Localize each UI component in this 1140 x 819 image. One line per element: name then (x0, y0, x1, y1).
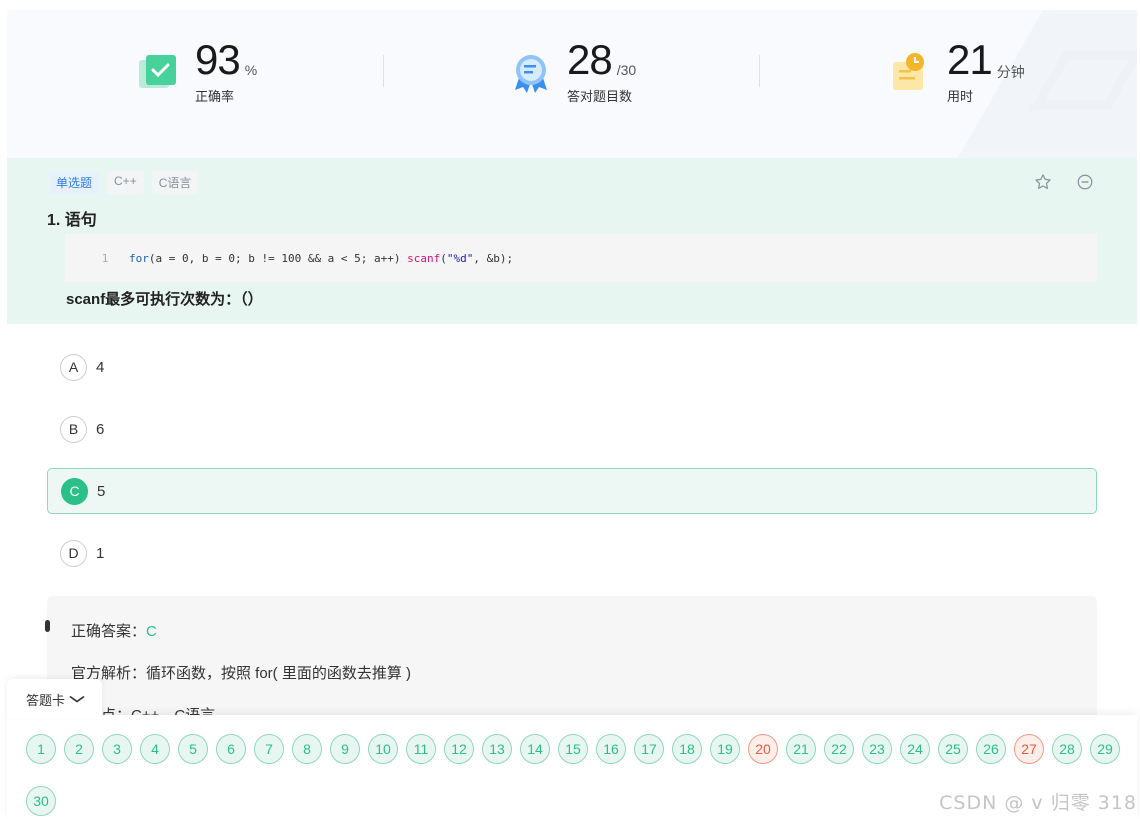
question-number-8[interactable]: 8 (292, 734, 322, 764)
question-number-21[interactable]: 21 (786, 734, 816, 764)
question-number-13[interactable]: 13 (482, 734, 512, 764)
official-explanation: 官方解析：循环函数，按照 for( 里面的函数去推算 ) (71, 665, 411, 682)
check-card-icon (137, 50, 181, 94)
question-number-7[interactable]: 7 (254, 734, 284, 764)
stat-accuracy: 93 % 正确率 (137, 38, 257, 108)
question-title: 1. 语句 (47, 212, 97, 229)
question-number-19[interactable]: 19 (710, 734, 740, 764)
star-icon[interactable] (1033, 172, 1053, 192)
correct-answer-value: C (146, 623, 157, 640)
question-actions (1033, 172, 1095, 192)
code-line-number: 1 (101, 251, 109, 265)
option-letter: B (60, 415, 87, 443)
code-body: (a = 0, b = 0; b != 100 && a < 5; a++) (148, 251, 408, 265)
question-number-20[interactable]: 20 (748, 734, 778, 764)
minus-circle-icon[interactable] (1075, 172, 1095, 192)
question-number-30[interactable]: 30 (26, 786, 56, 816)
correct-answer-label: 正确答案： (71, 623, 147, 640)
answer-analysis: 正确答案：C 官方解析：循环函数，按照 for( 里面的函数去推算 ) 知识点：… (45, 596, 1097, 726)
correct-answer: 正确答案：C (71, 620, 157, 641)
option-letter: A (60, 353, 87, 381)
option-c-selected[interactable]: C 5 (47, 468, 1097, 514)
question-number-10[interactable]: 10 (368, 734, 398, 764)
question-number-24[interactable]: 24 (900, 734, 930, 764)
tag-cpp: C++ (107, 171, 144, 194)
option-letter: C (61, 477, 88, 505)
code-string: "%d" (446, 251, 474, 265)
question-number-22[interactable]: 22 (824, 734, 854, 764)
clock-note-icon (889, 50, 933, 94)
question-block: 单选题 C++ C语言 1. 语句 1 for(a = 0, b = 0; b … (7, 158, 1137, 324)
correct-count-label: 答对题目数 (567, 89, 633, 104)
accuracy-label: 正确率 (195, 89, 235, 104)
watermark: CSDN @ v 归零 318 (939, 792, 1137, 814)
code-paren: ( (440, 251, 447, 265)
question-number-9[interactable]: 9 (330, 734, 360, 764)
option-b[interactable]: B 6 (47, 406, 1097, 452)
question-number-16[interactable]: 16 (596, 734, 626, 764)
option-letter: D (60, 539, 87, 567)
code-line: for(a = 0, b = 0; b != 100 && a < 5; a++… (129, 252, 513, 265)
question-number-17[interactable]: 17 (634, 734, 664, 764)
correct-count-unit: /30 (616, 62, 637, 78)
code-keyword: for (129, 251, 149, 265)
question-number-27[interactable]: 27 (1014, 734, 1044, 764)
question-number-1[interactable]: 1 (26, 734, 56, 764)
page: 93 % 正确率 28 /30 答对题目数 21 分钟 用时 单选题 C++ C… (0, 0, 1140, 819)
question-number-23[interactable]: 23 (862, 734, 892, 764)
stat-time: 21 分钟 用时 (889, 38, 1025, 108)
answer-card-toggle[interactable]: 答题卡 (7, 679, 102, 719)
stats-header: 93 % 正确率 28 /30 答对题目数 21 分钟 用时 (7, 10, 1137, 158)
accuracy-unit: % (244, 62, 258, 78)
question-number-4[interactable]: 4 (140, 734, 170, 764)
option-value: 5 (97, 482, 106, 500)
option-d[interactable]: D 1 (47, 530, 1097, 576)
question-number-25[interactable]: 25 (938, 734, 968, 764)
accuracy-value: 93 (195, 36, 241, 83)
correct-count-value: 28 (567, 36, 613, 83)
option-value: 4 (96, 358, 105, 376)
question-number-14[interactable]: 14 (520, 734, 550, 764)
question-number-12[interactable]: 12 (444, 734, 474, 764)
tag-c-language: C语言 (151, 171, 199, 194)
question-number-28[interactable]: 28 (1052, 734, 1082, 764)
code-function: scanf (407, 251, 441, 265)
question-number-15[interactable]: 15 (558, 734, 588, 764)
question-number-2[interactable]: 2 (64, 734, 94, 764)
question-number-3[interactable]: 3 (102, 734, 132, 764)
divider (759, 55, 760, 87)
divider (383, 55, 384, 87)
option-value: 6 (96, 420, 105, 438)
answer-card-label: 答题卡 (25, 692, 65, 708)
code-block: 1 for(a = 0, b = 0; b != 100 && a < 5; a… (65, 234, 1097, 282)
option-value: 1 (96, 544, 105, 562)
question-number-26[interactable]: 26 (976, 734, 1006, 764)
time-value: 21 (947, 36, 993, 83)
stat-correct-count: 28 /30 答对题目数 (509, 38, 636, 108)
chevron-down-icon (69, 692, 86, 706)
question-number-18[interactable]: 18 (672, 734, 702, 764)
time-unit: 分钟 (996, 64, 1025, 80)
question-number-5[interactable]: 5 (178, 734, 208, 764)
medal-icon (509, 50, 553, 94)
question-number-6[interactable]: 6 (216, 734, 246, 764)
tag-question-type: 单选题 (49, 171, 100, 194)
question-prompt: scanf最多可执行次数为：（） (66, 291, 263, 308)
option-a[interactable]: A 4 (47, 344, 1097, 390)
question-number-11[interactable]: 11 (406, 734, 436, 764)
analysis-marker (45, 620, 50, 632)
time-label: 用时 (947, 89, 974, 104)
code-tail: , &b); (473, 251, 514, 265)
question-tags: 单选题 C++ C语言 (49, 171, 199, 194)
question-number-29[interactable]: 29 (1090, 734, 1120, 764)
